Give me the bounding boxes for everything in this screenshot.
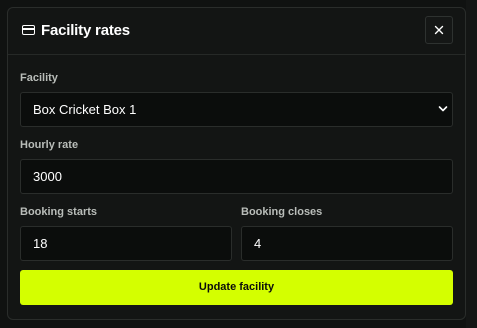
modal-header: Facility rates [8,8,465,55]
page-backdrop: Facility rates Facility Box Cricket Box … [0,0,477,328]
booking-starts-input[interactable]: 18 [20,226,232,261]
close-button[interactable] [425,16,453,44]
chevron-down-icon [438,106,448,112]
modal-title: Facility rates [41,22,130,39]
card-icon [22,25,35,35]
booking-closes-value: 4 [254,236,262,251]
hourly-rate-value: 3000 [33,169,62,184]
facility-rates-modal: Facility rates Facility Box Cricket Box … [7,7,466,320]
booking-closes-label: Booking closes [241,206,323,218]
booking-closes-input[interactable]: 4 [241,226,453,261]
hourly-rate-label: Hourly rate [20,139,79,151]
facility-label: Facility [20,72,58,84]
booking-starts-label: Booking starts [20,206,98,218]
booking-starts-value: 18 [33,236,48,251]
facility-select[interactable]: Box Cricket Box 1 [20,92,453,127]
close-icon [434,25,444,35]
facility-select-value: Box Cricket Box 1 [33,102,137,117]
update-facility-button[interactable]: Update facility [20,270,453,305]
hourly-rate-input[interactable]: 3000 [20,159,453,194]
